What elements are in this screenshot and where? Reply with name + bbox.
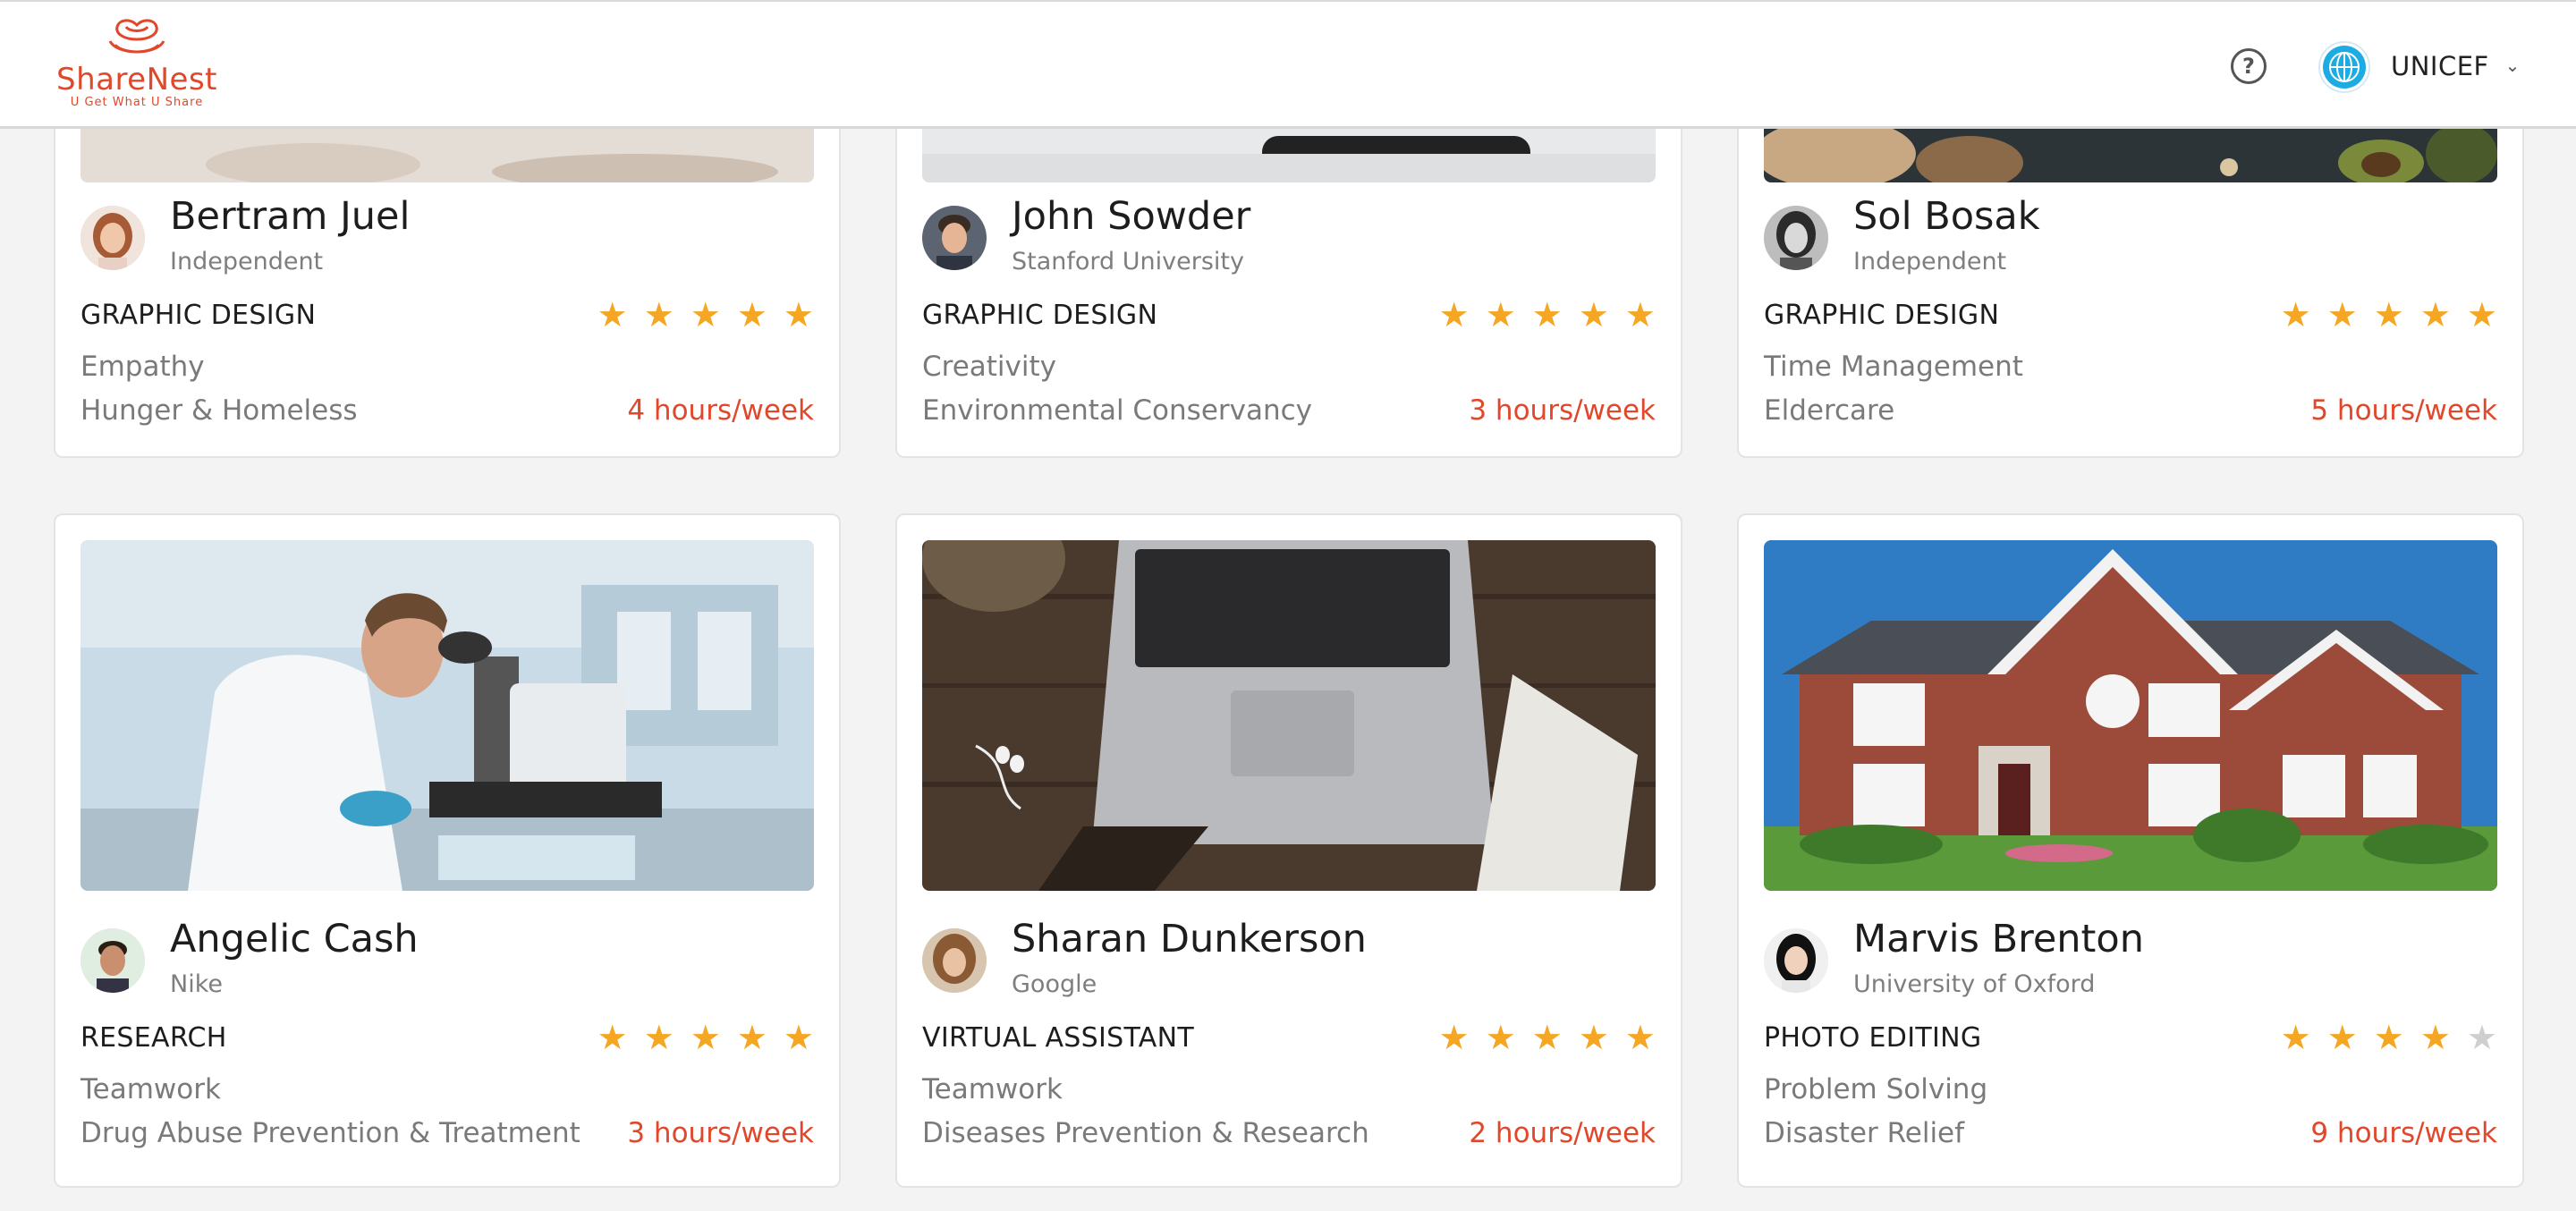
sharenest-logo[interactable]: ShareNest U Get What U Share [52,18,222,116]
rating-stars: ★ ★ ★ ★ ★ [2281,1020,2497,1055]
star-icon: ★ [1438,1018,1470,1057]
star-icon: ★ [736,295,767,335]
avatar [80,928,145,993]
volunteer-cause: Disaster Relief [1764,1117,1965,1149]
star-icon: ★ [2326,1018,2358,1057]
star-icon: ★ [1578,295,1609,335]
volunteer-organization: Nike [170,970,223,998]
avatar [1764,206,1828,270]
star-icon: ★ [1624,1018,1656,1057]
volunteer-skill: Empathy [80,351,205,383]
logo-name: ShareNest [55,62,217,97]
card-photo [80,540,814,891]
star-icon: ★ [2466,1018,2497,1057]
star-icon: ★ [1624,295,1656,335]
volunteer-hours: 4 hours/week [627,394,814,427]
volunteer-card[interactable]: Marvis Brenton University of Oxford PHOT… [1737,513,2524,1188]
star-icon: ★ [736,1018,767,1057]
star-icon: ★ [783,1018,814,1057]
star-icon: ★ [1531,295,1563,335]
volunteer-category: GRAPHIC DESIGN [922,300,1158,331]
rating-stars: ★ ★ ★ ★ ★ [2281,297,2497,333]
rating-stars: ★ ★ ★ ★ ★ [1439,1020,1656,1055]
rating-stars: ★ ★ ★ ★ ★ [1439,297,1656,333]
volunteer-skill: Teamwork [80,1073,221,1105]
star-icon: ★ [1531,1018,1563,1057]
volunteer-organization: Independent [1853,248,2007,275]
rating-stars: ★ ★ ★ ★ ★ [597,1020,814,1055]
volunteer-hours: 3 hours/week [1469,394,1656,427]
volunteer-name[interactable]: John Sowder [1012,193,1250,240]
nest-logo-icon [108,19,165,54]
volunteer-card[interactable]: Sharan Dunkerson Google VIRTUAL ASSISTAN… [895,513,1682,1188]
volunteer-card[interactable]: Bertram Juel Independent GRAPHIC DESIGN … [54,107,841,458]
volunteer-cause: Hunger & Homeless [80,394,358,427]
star-icon: ★ [597,1018,628,1057]
volunteer-skill: Creativity [922,351,1057,383]
avatar [80,206,145,270]
volunteer-skill: Time Management [1764,351,2023,383]
logo-tagline: U Get What U Share [70,96,204,109]
volunteer-hours: 9 hours/week [2310,1117,2497,1149]
star-icon: ★ [1485,1018,1516,1057]
volunteer-name[interactable]: Angelic Cash [170,916,419,962]
volunteer-organization: University of Oxford [1853,970,2096,998]
card-photo [1764,540,2497,891]
question-circle-icon[interactable]: ? [2231,48,2267,84]
star-icon: ★ [2419,1018,2451,1057]
volunteer-cause: Environmental Conservancy [922,394,1313,427]
avatar [922,206,987,270]
volunteer-cause: Eldercare [1764,394,1895,427]
volunteer-hours: 5 hours/week [2310,394,2497,427]
star-icon: ★ [643,1018,674,1057]
volunteer-organization: Google [1012,970,1097,998]
volunteer-card[interactable]: Sol Bosak Independent GRAPHIC DESIGN ★ ★ ★… [1737,107,2524,458]
volunteer-card[interactable]: Angelic Cash Nike RESEARCH ★ ★ ★ ★ ★ Teamwor… [54,513,841,1188]
volunteer-category: GRAPHIC DESIGN [1764,300,2000,331]
avatar [1764,928,1828,993]
volunteer-hours: 2 hours/week [1469,1117,1656,1149]
star-icon: ★ [2466,295,2497,335]
volunteer-name[interactable]: Sharan Dunkerson [1012,916,1367,962]
volunteer-skill: Teamwork [922,1073,1063,1105]
star-icon: ★ [597,295,628,335]
star-icon: ★ [1485,295,1516,335]
volunteer-category: VIRTUAL ASSISTANT [922,1022,1194,1054]
star-icon: ★ [2373,295,2404,335]
volunteer-skill: Problem Solving [1764,1073,1988,1105]
volunteer-name[interactable]: Marvis Brenton [1853,916,2144,962]
top-navigation-bar: ShareNest U Get What U Share ? UNICEF ⌄ [0,0,2576,129]
avatar [922,928,987,993]
star-icon: ★ [2419,295,2451,335]
star-icon: ★ [1438,295,1470,335]
volunteer-category: GRAPHIC DESIGN [80,300,317,331]
volunteer-organization: Independent [170,248,324,275]
unicef-avatar[interactable] [2318,41,2370,93]
star-icon: ★ [783,295,814,335]
volunteer-category: RESEARCH [80,1022,227,1054]
star-icon: ★ [2326,295,2358,335]
volunteer-organization: Stanford University [1012,248,1244,275]
volunteer-cause: Diseases Prevention & Research [922,1117,1369,1149]
volunteer-card[interactable]: John Sowder Stanford University GRAPHIC … [895,107,1682,458]
rating-stars: ★ ★ ★ ★ ★ [597,297,814,333]
star-icon: ★ [1578,1018,1609,1057]
unicef-globe-icon [2323,46,2366,89]
star-icon: ★ [2280,1018,2311,1057]
volunteer-category: PHOTO EDITING [1764,1022,1982,1054]
card-photo [922,540,1656,891]
organization-name[interactable]: UNICEF [2391,48,2489,84]
star-icon: ★ [690,1018,721,1057]
chevron-down-icon[interactable]: ⌄ [2501,54,2524,77]
star-icon: ★ [643,295,674,335]
volunteer-hours: 3 hours/week [627,1117,814,1149]
volunteer-name[interactable]: Sol Bosak [1853,193,2040,240]
volunteer-name[interactable]: Bertram Juel [170,193,410,240]
star-icon: ★ [690,295,721,335]
star-icon: ★ [2280,295,2311,335]
star-icon: ★ [2373,1018,2404,1057]
volunteer-cause: Drug Abuse Prevention & Treatment [80,1117,580,1149]
